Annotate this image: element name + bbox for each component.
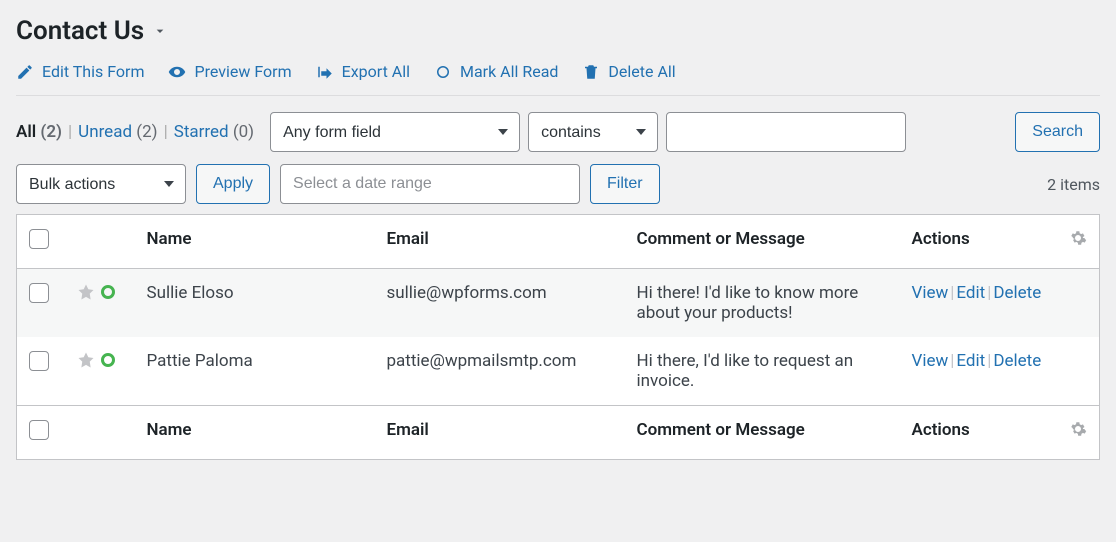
col-actions-footer: Actions [900,406,1100,460]
table-footer-row: Name Email Comment or Message Actions [17,406,1100,460]
table-row: Pattie Paloma pattie@wpmailsmtp.com Hi t… [17,337,1100,406]
view-link[interactable]: View [912,351,949,371]
date-range-input[interactable] [280,164,580,204]
export-icon [316,63,334,81]
cell-message: Hi there! I'd like to know more about yo… [625,269,900,338]
select-all-checkbox-footer[interactable] [29,420,49,440]
col-email-footer[interactable]: Email [375,406,625,460]
preview-form-link[interactable]: Preview Form [168,62,291,81]
delete-link[interactable]: Delete [993,351,1041,371]
table-header-row: Name Email Comment or Message Actions [17,215,1100,269]
gear-icon[interactable] [1069,229,1087,247]
col-name[interactable]: Name [135,215,375,269]
filter-row: All (2) | Unread (2) | Starred (0) Any f… [16,112,1100,152]
row-checkbox[interactable] [29,351,49,371]
trash-icon [582,63,600,81]
delete-all-link[interactable]: Delete All [582,62,675,81]
entries-table: Name Email Comment or Message Actions Su… [16,214,1100,460]
col-name-footer[interactable]: Name [135,406,375,460]
page-title: Contact Us [16,16,144,46]
pencil-icon [16,63,34,81]
edit-link[interactable]: Edit [956,283,985,303]
page-title-row: Contact Us [16,16,1100,46]
col-actions: Actions [900,215,1100,269]
row-checkbox[interactable] [29,283,49,303]
view-link[interactable]: View [912,283,949,303]
subsub-links: All (2) | Unread (2) | Starred (0) [16,122,254,142]
mark-all-read-link[interactable]: Mark All Read [434,62,558,81]
subsub-unread[interactable]: Unread (2) [78,122,157,142]
items-count: 2 items [1047,175,1100,194]
chevron-down-icon[interactable] [152,23,168,39]
condition-select[interactable]: contains [528,112,658,152]
eye-icon [168,63,186,81]
col-email[interactable]: Email [375,215,625,269]
select-all-checkbox[interactable] [29,229,49,249]
cell-name: Pattie Paloma [135,337,375,406]
bulk-row: Bulk actions Apply Filter 2 items [16,164,1100,204]
cell-email: sullie@wpforms.com [375,269,625,338]
search-button[interactable]: Search [1015,112,1100,152]
field-select[interactable]: Any form field [270,112,520,152]
unread-indicator-icon[interactable] [101,353,115,367]
cell-name: Sullie Eloso [135,269,375,338]
subsub-all[interactable]: All (2) [16,122,62,142]
table-row: Sullie Eloso sullie@wpforms.com Hi there… [17,269,1100,338]
star-icon[interactable] [77,351,95,369]
cell-email: pattie@wpmailsmtp.com [375,337,625,406]
subsub-starred[interactable]: Starred (0) [174,122,254,142]
search-input[interactable] [666,112,906,152]
col-message[interactable]: Comment or Message [625,215,900,269]
delete-link[interactable]: Delete [993,283,1041,303]
unread-indicator-icon[interactable] [101,285,115,299]
field-select-wrapper: Any form field [270,112,520,152]
row-actions: View|Edit|Delete [900,337,1100,406]
star-icon[interactable] [77,283,95,301]
edit-form-link[interactable]: Edit This Form [16,62,144,81]
col-indicators [65,215,135,269]
bulk-actions-select[interactable]: Bulk actions [16,164,186,204]
circle-icon [434,63,452,81]
toolbar: Edit This Form Preview Form Export All M… [16,62,1100,96]
cond-select-wrapper: contains [528,112,658,152]
edit-link[interactable]: Edit [956,351,985,371]
row-actions: View|Edit|Delete [900,269,1100,338]
cell-message: Hi there, I'd like to request an invoice… [625,337,900,406]
gear-icon[interactable] [1069,420,1087,438]
col-message-footer[interactable]: Comment or Message [625,406,900,460]
apply-button[interactable]: Apply [196,164,270,204]
bulk-select-wrapper: Bulk actions [16,164,186,204]
export-all-link[interactable]: Export All [316,62,410,81]
filter-button[interactable]: Filter [590,164,660,204]
